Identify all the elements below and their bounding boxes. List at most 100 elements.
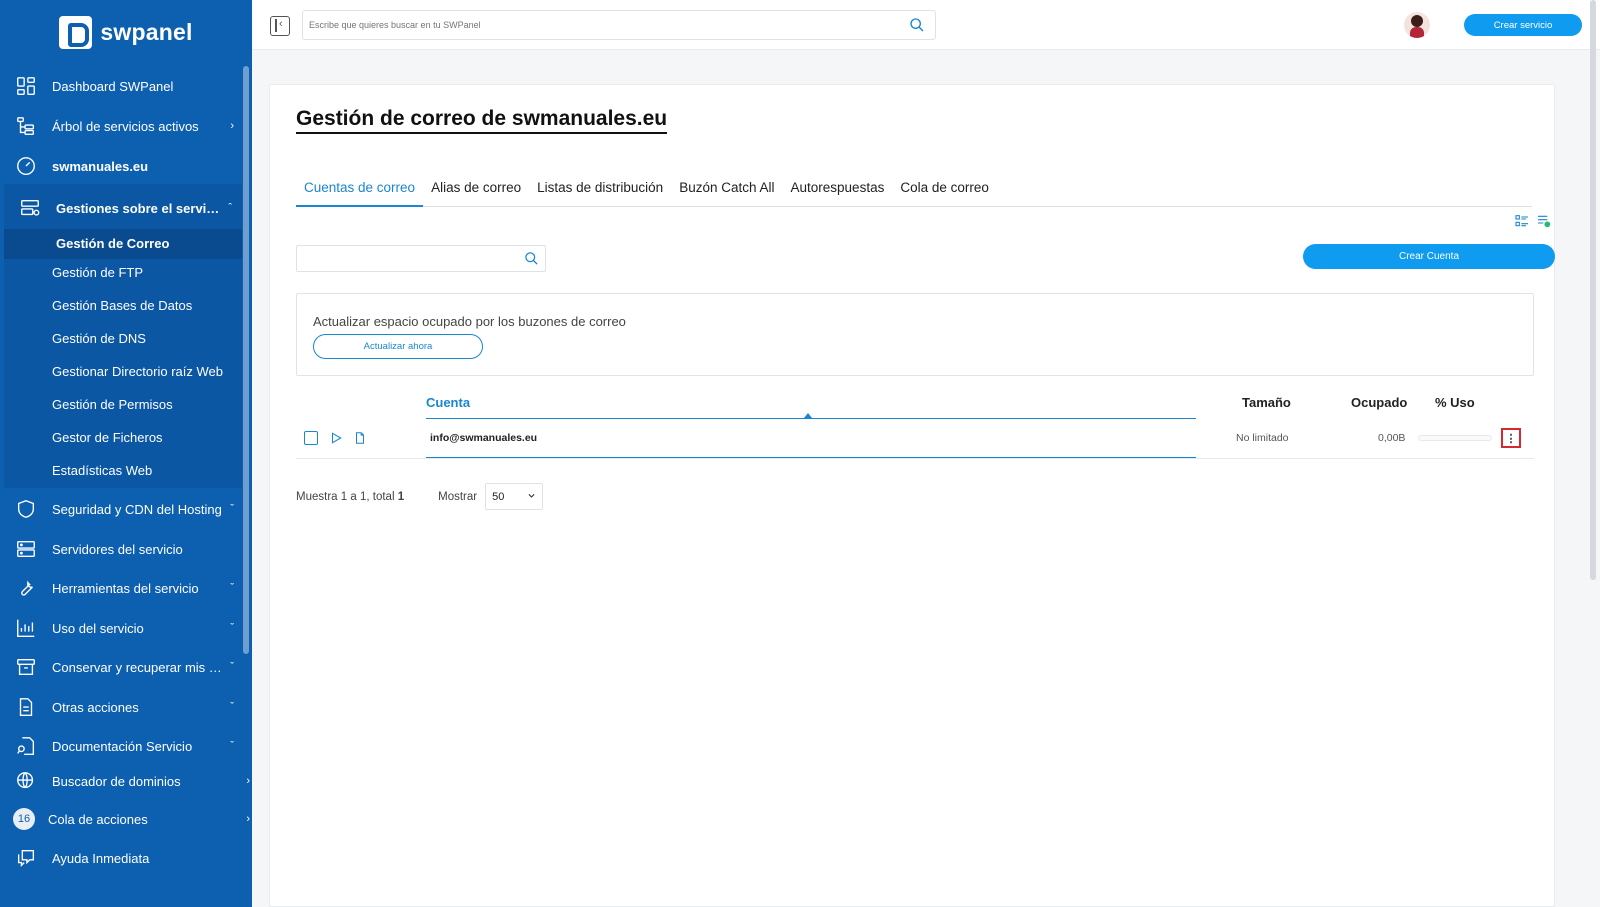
- doc-search-icon: [0, 735, 52, 757]
- tree-icon: [0, 115, 52, 137]
- brand-logo[interactable]: swpanel: [0, 0, 252, 64]
- sidebar-item-action-queue[interactable]: 16 Cola de acciones ›: [0, 807, 252, 831]
- chevron-up-icon: ˆ: [228, 202, 232, 214]
- sidebar-item-usage[interactable]: Uso del servicio ˇ: [0, 616, 244, 640]
- sidebar-subitem-mail[interactable]: Gestión de Correo: [4, 229, 242, 259]
- account-email[interactable]: info@swmanuales.eu: [430, 432, 537, 444]
- page-scrollbar[interactable]: [1590, 0, 1596, 580]
- chevron-down-icon: [527, 491, 536, 503]
- global-search-input[interactable]: [303, 11, 883, 39]
- chevron-down-icon: ˇ: [230, 701, 234, 713]
- sidebar-item-label: Otras acciones: [52, 699, 139, 715]
- sidebar-item-other-actions[interactable]: Otras acciones ˇ: [0, 695, 244, 719]
- sidebar-item-dashboard[interactable]: Dashboard SWPanel: [0, 75, 244, 97]
- sidebar-item-label: Conservar y recuperar mis dat…: [52, 659, 240, 675]
- row-checkbox[interactable]: [304, 431, 318, 445]
- server-gear-icon: [4, 197, 56, 219]
- sidebar: swpanel Dashboard SWPanel Árbol de servi…: [0, 0, 252, 907]
- shield-icon: [0, 498, 52, 520]
- pager-total: 1: [397, 490, 405, 503]
- accounts-search-input[interactable]: [297, 246, 517, 271]
- tab-distribution-lists[interactable]: Listas de distribución: [529, 177, 671, 207]
- update-now-button[interactable]: Actualizar ahora: [313, 334, 483, 359]
- tab-mail-aliases[interactable]: Alias de correo: [423, 177, 529, 207]
- sidebar-subitem-permissions[interactable]: Gestión de Permisos: [52, 397, 173, 412]
- accounts-search[interactable]: [296, 245, 546, 272]
- sidebar-item-service-tree[interactable]: Árbol de servicios activos ›: [0, 115, 244, 137]
- sort-ascending-icon[interactable]: [804, 413, 812, 418]
- chevron-right-icon: ›: [246, 813, 250, 825]
- pager-from: 1: [340, 490, 348, 503]
- column-used[interactable]: Ocupado: [1351, 395, 1407, 410]
- create-account-button[interactable]: Crear Cuenta: [1303, 244, 1555, 269]
- view-options: [1514, 213, 1552, 234]
- main-card: Gestión de correo de swmanuales.eu Cuent…: [269, 84, 1555, 907]
- table-row: info@swmanuales.eu No limitado 0,00B ⋮: [296, 419, 1534, 459]
- list-view-icon[interactable]: [1514, 213, 1530, 234]
- collapse-sidebar-button[interactable]: ‹: [270, 16, 290, 36]
- column-size[interactable]: Tamaño: [1242, 395, 1291, 410]
- brand-name: swpanel: [100, 18, 193, 45]
- sidebar-item-security[interactable]: Seguridad y CDN del Hosting ˇ: [0, 497, 244, 521]
- create-service-button[interactable]: Crear servicio: [1464, 14, 1582, 36]
- search-icon[interactable]: [909, 17, 925, 38]
- sidebar-item-label: Dashboard SWPanel: [52, 78, 174, 94]
- table-header: Cuenta Tamaño Ocupado % Uso: [296, 385, 1534, 419]
- tab-mail-queue[interactable]: Cola de correo: [892, 177, 997, 207]
- row-underline: [426, 457, 1196, 458]
- sidebar-subitem-web-stats[interactable]: Estadísticas Web: [52, 463, 152, 478]
- sidebar-item-domain[interactable]: swmanuales.eu: [0, 155, 244, 177]
- tab-mail-accounts[interactable]: Cuentas de correo: [296, 177, 424, 207]
- sidebar-item-label: Seguridad y CDN del Hosting: [52, 501, 222, 517]
- wrench-icon: [0, 577, 52, 599]
- sidebar-subitem-ftp[interactable]: Gestión de FTP: [52, 265, 143, 280]
- usage-progress-bar: [1418, 435, 1492, 441]
- sidebar-item-service-management[interactable]: Gestiones sobre el servicio ˆ: [4, 193, 242, 223]
- sidebar-item-domain-search[interactable]: Buscador de dominios ›: [0, 769, 252, 793]
- account-size: No limitado: [1236, 432, 1289, 444]
- search-icon[interactable]: [524, 251, 539, 271]
- chevron-down-icon: ˇ: [230, 661, 234, 673]
- account-used: 0,00B: [1378, 432, 1406, 444]
- sidebar-item-servers[interactable]: Servidores del servicio: [0, 537, 244, 561]
- tab-catch-all[interactable]: Buzón Catch All: [671, 177, 782, 207]
- sidebar-item-label: Documentación Servicio: [52, 738, 193, 754]
- sidebar-item-label: Buscador de dominios: [52, 773, 181, 789]
- sidebar-item-documentation[interactable]: Documentación Servicio ˇ: [0, 734, 244, 758]
- chevron-down-icon: ˇ: [230, 582, 234, 594]
- update-usage-panel: Actualizar espacio ocupado por los buzon…: [296, 293, 1534, 376]
- file-icon[interactable]: [353, 430, 367, 451]
- sidebar-subitem-databases[interactable]: Gestión Bases de Datos: [52, 298, 192, 313]
- column-account[interactable]: Cuenta: [426, 395, 470, 410]
- dashboard-icon: [0, 75, 52, 97]
- sidebar-item-tools[interactable]: Herramientas del servicio ˇ: [0, 576, 244, 600]
- archive-icon: [0, 656, 52, 678]
- sidebar-subitem-file-manager[interactable]: Gestor de Ficheros: [52, 430, 163, 445]
- page-size-label: Mostrar: [438, 490, 478, 503]
- sidebar-item-label: Herramientas del servicio: [52, 580, 199, 596]
- servers-icon: [0, 538, 52, 560]
- sidebar-item-help[interactable]: Ayuda Inmediata: [0, 846, 244, 870]
- update-usage-text: Actualizar espacio ocupado por los buzon…: [313, 314, 626, 329]
- sidebar-item-label: Servidores del servicio: [52, 541, 183, 557]
- logo-icon: [59, 15, 93, 49]
- queue-count-badge: 16: [13, 808, 35, 830]
- user-avatar[interactable]: [1404, 12, 1430, 38]
- sidebar-subitem-dns[interactable]: Gestión de DNS: [52, 331, 146, 346]
- row-actions-menu-icon[interactable]: ⋮: [1501, 428, 1521, 448]
- global-search[interactable]: [302, 10, 936, 40]
- topbar: ‹ Crear servicio: [252, 0, 1600, 50]
- filter-list-icon[interactable]: [1536, 213, 1552, 234]
- sidebar-scrollbar[interactable]: [243, 66, 249, 654]
- tab-autoresponders[interactable]: Autorespuestas: [783, 177, 893, 207]
- chat-icon: [0, 847, 52, 869]
- column-usage[interactable]: % Uso: [1435, 395, 1475, 410]
- chevron-right-icon: ›: [230, 120, 234, 132]
- sidebar-item-label: Uso del servicio: [52, 620, 144, 636]
- sidebar-item-backup[interactable]: Conservar y recuperar mis dat… ˇ: [0, 655, 244, 679]
- page-size-select[interactable]: 50: [485, 483, 544, 510]
- sidebar-item-label: Gestiones sobre el servicio: [56, 200, 226, 216]
- play-icon[interactable]: [329, 430, 343, 451]
- sidebar-subitem-web-root[interactable]: Gestionar Directorio raíz Web: [52, 364, 223, 379]
- chevron-right-icon: ›: [246, 775, 250, 787]
